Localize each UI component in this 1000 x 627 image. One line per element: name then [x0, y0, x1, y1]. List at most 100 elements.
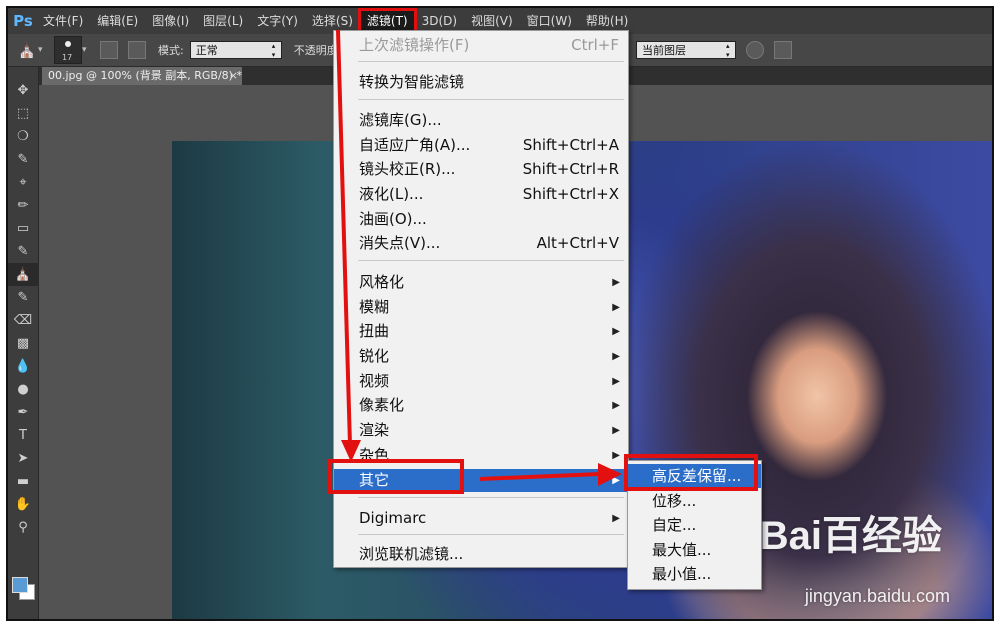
menu-window[interactable]: 窗口(W) [520, 10, 579, 32]
shape-tool-icon[interactable]: ▬ [8, 470, 38, 493]
menu-item-adaptive-wide-angle[interactable]: 自适应广角(A)... Shift+Ctrl+A [334, 134, 628, 157]
lens-correction-label: 镜头校正(R)... [359, 160, 456, 178]
panel-collapse-icon[interactable] [8, 67, 38, 79]
brush-picker[interactable]: 17 [54, 36, 82, 64]
opacity-label: 不透明度 [293, 44, 338, 57]
pressure-icon[interactable] [774, 41, 792, 59]
menu-item-maximum[interactable]: 最大值... [628, 538, 761, 562]
filter-menu: 上次滤镜操作(F) Ctrl+F 转换为智能滤镜 滤镜库(G)... 自适应广角… [333, 30, 629, 568]
menu-help[interactable]: 帮助(H) [579, 10, 635, 32]
menu-item-stylize[interactable]: 风格化 ▶ [334, 271, 628, 294]
tools-panel: ✥ ⬚ ❍ ✎ ⌖ ✏ ▭ ✎ ⛪ ✎ ⌫ ▩ 💧 ● ✒ T ➤ ▬ ✋ ⚲ [8, 67, 39, 619]
menu-item-browse-online-filters[interactable]: 浏览联机滤镜... [334, 543, 628, 566]
pen-tool-icon[interactable]: ✒ [8, 401, 38, 424]
menu-item-offset[interactable]: 位移... [628, 489, 761, 513]
last-filter-label: 上次滤镜操作(F) [359, 36, 470, 54]
menu-item-noise[interactable]: 杂色 ▶ [334, 444, 628, 467]
menu-item-digimarc[interactable]: Digimarc ▶ [334, 507, 628, 530]
menu-item-lens-correction[interactable]: 镜头校正(R)... Shift+Ctrl+R [334, 158, 628, 181]
clone-source-icon[interactable] [128, 41, 146, 59]
other-label: 其它 [359, 471, 390, 489]
submenu-arrow-icon: ▶ [612, 425, 620, 436]
quick-select-tool-icon[interactable]: ✎ [8, 148, 38, 171]
dodge-tool-icon[interactable]: ● [8, 378, 38, 401]
menu-type[interactable]: 文字(Y) [250, 10, 305, 32]
menu-image[interactable]: 图像(I) [145, 10, 196, 32]
ignore-adjustment-icon[interactable] [746, 41, 764, 59]
path-select-tool-icon[interactable]: ➤ [8, 447, 38, 470]
submenu-arrow-icon: ▶ [612, 513, 620, 524]
menu-item-filter-gallery[interactable]: 滤镜库(G)... [334, 109, 628, 132]
blur-tool-icon[interactable]: 💧 [8, 355, 38, 378]
menu-item-convert-smart-filter[interactable]: 转换为智能滤镜 [334, 71, 628, 94]
menu-select[interactable]: 选择(S) [305, 10, 360, 32]
brush-panel-icon[interactable] [100, 41, 118, 59]
stamp-tool-icon[interactable]: ⛪ [16, 39, 38, 61]
liquify-shortcut: Shift+Ctrl+X [522, 185, 619, 203]
menu-item-other[interactable]: 其它 ▶ [334, 469, 628, 492]
menu-item-liquify[interactable]: 液化(L)... Shift+Ctrl+X [334, 183, 628, 206]
stylize-label: 风格化 [359, 273, 405, 291]
brush-size: 17 [62, 53, 73, 62]
menu-item-oil-paint[interactable]: 油画(O)... [334, 208, 628, 231]
submenu-arrow-icon: ▶ [612, 351, 620, 362]
submenu-arrow-icon: ▶ [612, 475, 620, 486]
submenu-arrow-icon: ▶ [612, 326, 620, 337]
menu-3d[interactable]: 3D(D) [415, 10, 464, 32]
menu-item-last-filter: 上次滤镜操作(F) Ctrl+F [334, 34, 628, 57]
menu-item-high-pass[interactable]: 高反差保留... [628, 464, 761, 488]
mode-label: 模式: [158, 44, 184, 57]
menu-filter[interactable]: 滤镜(T) [357, 8, 417, 34]
tool-preset-caret-icon[interactable]: ▾ [38, 45, 46, 55]
baidu-jingyan-watermark-logo: Bai百经验 [759, 514, 942, 558]
adaptive-wide-label: 自适应广角(A)... [359, 136, 471, 154]
menu-item-sharpen[interactable]: 锐化 ▶ [334, 345, 628, 368]
marquee-tool-icon[interactable]: ⬚ [8, 102, 38, 125]
history-brush-tool-icon[interactable]: ✎ [8, 286, 38, 309]
sample-select[interactable]: 当前图层 [636, 41, 736, 60]
brush-tool-icon[interactable]: ✎ [8, 240, 38, 263]
menu-item-pixelate[interactable]: 像素化 ▶ [334, 394, 628, 417]
brush-tip-icon [65, 41, 71, 47]
healing-brush-tool-icon[interactable]: ▭ [8, 217, 38, 240]
move-tool-icon[interactable]: ✥ [8, 79, 38, 102]
crop-tool-icon[interactable]: ⌖ [8, 171, 38, 194]
menu-separator [358, 497, 624, 498]
submenu-arrow-icon: ▶ [612, 302, 620, 313]
zoom-tool-icon[interactable]: ⚲ [8, 516, 38, 539]
mode-select[interactable]: 正常 [189, 41, 282, 60]
foreground-color-swatch[interactable] [12, 577, 28, 593]
other-submenu: 高反差保留... 位移... 自定... 最大值... 最小值... [627, 460, 762, 590]
photoshop-logo: Ps [13, 12, 33, 30]
close-tab-icon[interactable]: × [229, 67, 238, 85]
menu-layer[interactable]: 图层(L) [196, 10, 250, 32]
gradient-tool-icon[interactable]: ▩ [8, 332, 38, 355]
render-label: 渲染 [359, 421, 390, 439]
document-tab-title: 00.jpg @ 100% (背景 副本, RGB/8) * [48, 69, 242, 82]
submenu-arrow-icon: ▶ [612, 450, 620, 461]
menu-item-vanishing-point[interactable]: 消失点(V)... Alt+Ctrl+V [334, 232, 628, 255]
submenu-arrow-icon: ▶ [612, 400, 620, 411]
brush-picker-caret-icon[interactable]: ▾ [82, 45, 90, 55]
menu-file[interactable]: 文件(F) [36, 10, 90, 32]
lasso-tool-icon[interactable]: ❍ [8, 125, 38, 148]
menu-edit[interactable]: 编辑(E) [90, 10, 145, 32]
menu-separator [358, 61, 624, 62]
digimarc-label: Digimarc [359, 509, 427, 527]
hand-tool-icon[interactable]: ✋ [8, 493, 38, 516]
menu-item-custom[interactable]: 自定... [628, 513, 761, 537]
adaptive-wide-shortcut: Shift+Ctrl+A [522, 136, 619, 154]
submenu-arrow-icon: ▶ [612, 376, 620, 387]
menu-item-blur[interactable]: 模糊 ▶ [334, 296, 628, 319]
eyedropper-tool-icon[interactable]: ✏ [8, 194, 38, 217]
menu-view[interactable]: 视图(V) [464, 10, 520, 32]
menu-item-distort[interactable]: 扭曲 ▶ [334, 320, 628, 343]
menu-separator [358, 99, 624, 100]
clone-stamp-tool-icon[interactable]: ⛪ [8, 263, 38, 286]
type-tool-icon[interactable]: T [8, 424, 38, 447]
eraser-tool-icon[interactable]: ⌫ [8, 309, 38, 332]
menu-item-video[interactable]: 视频 ▶ [334, 370, 628, 393]
document-tab[interactable]: 00.jpg @ 100% (背景 副本, RGB/8) * × [42, 67, 242, 85]
menu-item-minimum[interactable]: 最小值... [628, 562, 761, 586]
menu-item-render[interactable]: 渲染 ▶ [334, 419, 628, 442]
